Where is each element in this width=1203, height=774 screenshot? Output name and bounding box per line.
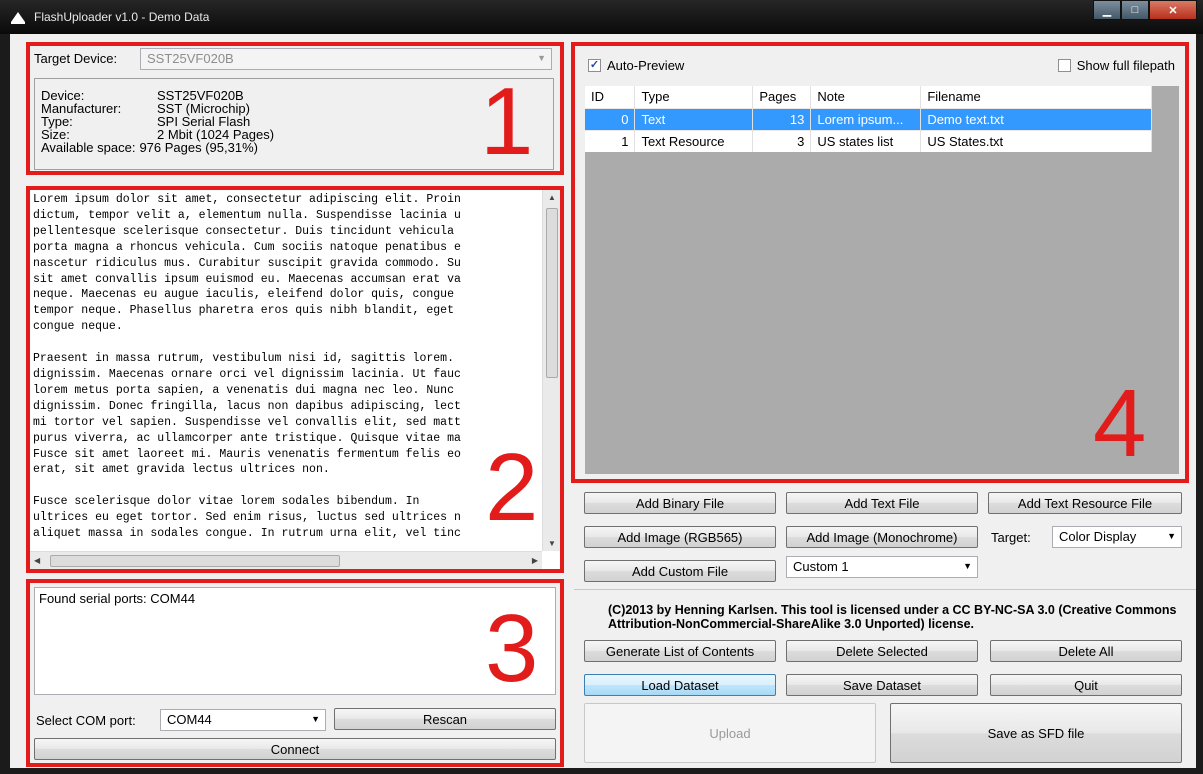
- quit-button[interactable]: Quit: [990, 674, 1182, 696]
- cell-note: Lorem ipsum...: [810, 107, 922, 130]
- file-grid: ID Type Pages Note Filename 0 Text 13 Lo…: [585, 86, 1179, 474]
- unchecked-box-icon: [1057, 59, 1071, 72]
- cell-id: 1: [585, 129, 636, 152]
- delete-selected-button[interactable]: Delete Selected: [786, 640, 978, 662]
- file-list-panel: ✓ Auto-Preview Show full filepath ID Typ…: [571, 42, 1189, 483]
- target-label: Target:: [991, 530, 1031, 545]
- cell-id: 0: [585, 107, 636, 130]
- scroll-left-icon: ◀: [34, 556, 41, 565]
- check-icon: ✓: [588, 59, 601, 72]
- callout-number-1: 1: [480, 68, 534, 175]
- close-button[interactable]: ✕: [1149, 0, 1197, 20]
- rescan-button[interactable]: Rescan: [334, 708, 556, 730]
- cell-pages: 3: [752, 129, 812, 152]
- save-sfd-button[interactable]: Save as SFD file: [890, 703, 1182, 763]
- app-icon: [11, 12, 25, 24]
- auto-preview-label: Auto-Preview: [607, 58, 685, 73]
- add-image-monochrome-button[interactable]: Add Image (Monochrome): [786, 526, 978, 548]
- target-display-value: Color Display: [1059, 529, 1137, 544]
- add-image-rgb565-button[interactable]: Add Image (RGB565): [584, 526, 776, 548]
- show-full-filepath-checkbox[interactable]: Show full filepath: [1057, 58, 1175, 73]
- horizontal-scroll-thumb[interactable]: [50, 555, 340, 567]
- custom-type-select[interactable]: Custom 1 ▼: [786, 556, 978, 578]
- chevron-down-icon: ▼: [963, 561, 972, 571]
- close-icon: ✕: [1168, 4, 1178, 17]
- chevron-down-icon: ▼: [537, 53, 546, 63]
- target-display-select[interactable]: Color Display ▼: [1052, 526, 1182, 548]
- column-header-type[interactable]: Type: [634, 86, 754, 108]
- copyright-notice: (C)2013 by Henning Karlsen. This tool is…: [608, 603, 1177, 631]
- window-client: Target Device: SST25VF020B ▼ Device: SST2…: [10, 34, 1196, 768]
- callout-number-2: 2: [485, 434, 539, 541]
- maximize-icon: □: [1131, 4, 1139, 16]
- target-device-label: Target Device:: [34, 51, 118, 66]
- grid-header-row: ID Type Pages Note Filename: [585, 86, 1152, 108]
- scroll-up-icon: ▲: [548, 193, 556, 202]
- add-text-file-button[interactable]: Add Text File: [786, 492, 978, 514]
- add-text-resource-file-button[interactable]: Add Text Resource File: [988, 492, 1182, 514]
- maximize-button[interactable]: □: [1121, 0, 1149, 20]
- column-header-id[interactable]: ID: [585, 86, 636, 108]
- com-port-select[interactable]: COM44 ▼: [160, 709, 326, 731]
- chevron-down-icon: ▼: [311, 714, 320, 724]
- info-row-available: Available space: 976 Pages (95,31%): [41, 140, 258, 155]
- cell-type: Text: [634, 107, 754, 130]
- window-title: FlashUploader v1.0 - Demo Data: [34, 10, 210, 24]
- serial-log: Found serial ports: COM44: [34, 587, 556, 695]
- preview-panel: Lorem ipsum dolor sit amet, consectetur …: [26, 186, 564, 573]
- device-panel: Target Device: SST25VF020B ▼ Device: SST2…: [26, 42, 564, 175]
- minimize-icon: ▁: [1102, 4, 1112, 17]
- chevron-down-icon: ▼: [1167, 531, 1176, 541]
- preview-text[interactable]: Lorem ipsum dolor sit amet, consectetur …: [30, 190, 542, 551]
- cell-type: Text Resource: [634, 129, 754, 152]
- column-header-pages[interactable]: Pages: [752, 86, 812, 108]
- delete-all-button[interactable]: Delete All: [990, 640, 1182, 662]
- vertical-scroll-thumb[interactable]: [546, 208, 558, 378]
- scroll-down-icon: ▼: [548, 539, 556, 548]
- show-full-filepath-label: Show full filepath: [1076, 58, 1175, 73]
- table-row[interactable]: 1 Text Resource 3 US states list US Stat…: [585, 129, 1152, 152]
- generate-list-button[interactable]: Generate List of Contents: [584, 640, 776, 662]
- column-header-filename[interactable]: Filename: [920, 86, 1152, 108]
- separator: [574, 589, 1196, 590]
- title-bar: FlashUploader v1.0 - Demo Data ▁ □ ✕: [0, 0, 1203, 34]
- connect-button[interactable]: Connect: [34, 738, 556, 760]
- cell-pages: 13: [752, 107, 812, 130]
- com-port-value: COM44: [167, 712, 212, 727]
- add-custom-file-button[interactable]: Add Custom File: [584, 560, 776, 582]
- target-device-value: SST25VF020B: [147, 51, 234, 66]
- select-com-label: Select COM port:: [36, 713, 136, 728]
- load-dataset-button[interactable]: Load Dataset: [584, 674, 776, 696]
- save-dataset-button[interactable]: Save Dataset: [786, 674, 978, 696]
- auto-preview-checkbox[interactable]: ✓ Auto-Preview: [588, 58, 684, 73]
- callout-number-3: 3: [485, 595, 539, 702]
- serial-panel: Found serial ports: COM44 Select COM por…: [26, 579, 564, 767]
- cell-filename: Demo text.txt: [920, 107, 1152, 130]
- horizontal-scrollbar[interactable]: ◀ ▶: [30, 551, 542, 569]
- target-device-select[interactable]: SST25VF020B ▼: [140, 48, 552, 70]
- cell-note: US states list: [810, 129, 922, 152]
- custom-type-value: Custom 1: [793, 559, 849, 574]
- upload-button[interactable]: Upload: [584, 703, 876, 763]
- serial-log-text: Found serial ports: COM44: [39, 591, 196, 606]
- vertical-scrollbar[interactable]: ▲ ▼: [542, 190, 560, 551]
- callout-number-4: 4: [1093, 370, 1147, 477]
- device-info-box: Device: SST25VF020B Manufacturer: SST (Mic…: [34, 78, 554, 170]
- column-header-note[interactable]: Note: [810, 86, 922, 108]
- minimize-button[interactable]: ▁: [1093, 0, 1121, 20]
- table-row[interactable]: 0 Text 13 Lorem ipsum... Demo text.txt: [585, 107, 1152, 130]
- scroll-right-icon: ▶: [531, 556, 538, 565]
- cell-filename: US States.txt: [920, 129, 1152, 152]
- add-binary-file-button[interactable]: Add Binary File: [584, 492, 776, 514]
